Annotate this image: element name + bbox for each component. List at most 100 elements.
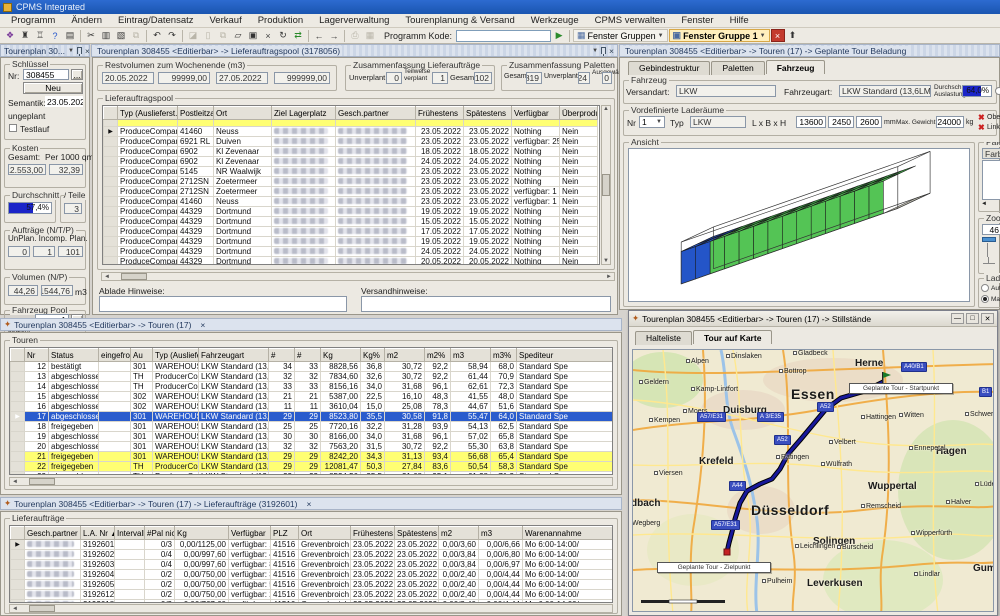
stamp2-icon[interactable]: ♖ — [33, 29, 47, 42]
cell[interactable]: 6921 RL — [178, 137, 214, 147]
clipboard-icon[interactable]: ▧ — [114, 29, 128, 42]
cell[interactable]: 41516 — [271, 560, 299, 570]
cell[interactable]: 71,3 — [491, 472, 517, 476]
program-code-input[interactable] — [456, 30, 551, 42]
cell[interactable]: freigegeben — [49, 422, 99, 432]
cell[interactable] — [99, 392, 131, 402]
cell[interactable]: verfügbar: 5 — [229, 580, 271, 590]
cell[interactable]: LKW Standard (13,6LM) — [199, 452, 269, 462]
cell[interactable] — [115, 590, 145, 600]
maximize-icon[interactable]: □ — [966, 313, 979, 324]
cell[interactable] — [104, 227, 118, 237]
cell[interactable]: Nothing — [512, 157, 560, 167]
cell[interactable]: 64,0 — [491, 412, 517, 422]
touren-dock-header[interactable]: ✦ Tourenplan 308455 <Editierbar> -> Tour… — [0, 318, 622, 331]
cell[interactable]: 65,8 — [491, 432, 517, 442]
cell[interactable]: 23.05.2022 — [351, 570, 395, 580]
cell[interactable]: LKW Standard (13,6LM) — [199, 382, 269, 392]
cell[interactable] — [416, 120, 464, 127]
auslastung-radio[interactable] — [995, 87, 1000, 95]
grid-icon[interactable]: ▦ — [363, 29, 377, 42]
table-row[interactable]: 31926030/40,00/997,60verfügbar: 841516Gr… — [11, 560, 613, 570]
table-row[interactable]: 31926050/20,00/750,00verfügbar: 541516Gr… — [11, 580, 613, 590]
cell[interactable] — [272, 167, 336, 177]
cell[interactable]: 19.05.2022 — [464, 207, 512, 217]
cell[interactable]: 11 — [295, 402, 321, 412]
lademodus-manuell-radio[interactable] — [981, 295, 989, 303]
cell[interactable]: Nein — [560, 257, 598, 266]
column-header[interactable]: Spediteur — [517, 349, 613, 362]
cell[interactable]: 0,00/750,00 — [175, 580, 229, 590]
cell[interactable]: 29 — [269, 462, 295, 472]
menu-item-verkauf[interactable]: Verkauf — [203, 14, 249, 27]
cell[interactable]: 23.05.2022 — [351, 560, 395, 570]
cell[interactable]: freigegeben — [49, 452, 99, 462]
pin-icon[interactable] — [601, 47, 606, 54]
menu-item--ndern[interactable]: Ändern — [64, 14, 109, 27]
cell[interactable]: 31,68 — [385, 382, 425, 392]
cell[interactable] — [272, 197, 336, 207]
cell[interactable]: Grevenbroich — [299, 600, 351, 604]
cell[interactable]: LKW Standard (13,6LM) — [199, 412, 269, 422]
cell[interactable]: 32 — [269, 372, 295, 382]
cell[interactable]: 29 — [295, 452, 321, 462]
cell[interactable] — [115, 560, 145, 570]
table-row[interactable]: ProduceCompany44329Dortmund20.05.202220.… — [104, 257, 598, 266]
menu-item-werkzeuge[interactable]: Werkzeuge — [524, 14, 586, 27]
cell[interactable]: Standard Spe — [517, 472, 613, 476]
column-header[interactable]: Intervall — [115, 527, 145, 540]
cell[interactable]: 41460 — [178, 127, 214, 137]
cell[interactable]: 23.05.2022 — [395, 590, 439, 600]
cell[interactable]: 0,00/997,60 — [175, 560, 229, 570]
cell[interactable]: 51,6 — [491, 402, 517, 412]
cell[interactable]: 48,0 — [491, 392, 517, 402]
cell[interactable]: 16,10 — [385, 392, 425, 402]
cell[interactable] — [118, 120, 178, 127]
table-row[interactable]: ▶31926010/30,00/1125,00verfügbar: 114151… — [11, 540, 613, 550]
column-header[interactable]: Nr — [25, 349, 49, 362]
cell[interactable]: Dortmund — [214, 247, 272, 257]
cell[interactable]: 0/4 — [145, 550, 175, 560]
cell[interactable]: WAREHOUSE — [153, 412, 199, 422]
cell[interactable] — [336, 120, 416, 127]
cell[interactable]: 22 — [25, 462, 49, 472]
cell[interactable]: 31,68 — [385, 472, 425, 476]
cell[interactable] — [214, 120, 272, 127]
cell[interactable]: Standard Spe — [517, 372, 613, 382]
cell[interactable]: 41516 — [271, 540, 299, 550]
table-row[interactable]: ProduceCompany44329Dortmund19.05.202219.… — [104, 237, 598, 247]
cell[interactable]: ▶ — [11, 540, 25, 550]
cell[interactable] — [11, 580, 25, 590]
cell[interactable]: 0,00/3,60 — [439, 540, 479, 550]
cell[interactable]: 72,3 — [491, 382, 517, 392]
cell[interactable]: 19 — [25, 432, 49, 442]
cell[interactable]: 23.05.2022 — [395, 550, 439, 560]
cell[interactable]: 48,3 — [425, 392, 451, 402]
cell[interactable]: verfügbar: 47 — [229, 550, 271, 560]
cell[interactable] — [464, 120, 512, 127]
cell[interactable]: 29 — [269, 452, 295, 462]
cell[interactable]: abgeschlossen — [49, 472, 99, 476]
cell[interactable]: 65,4 — [491, 452, 517, 462]
cell[interactable] — [512, 120, 560, 127]
table-row[interactable]: 19abgeschlossen301WAREHOUSELKW Standard … — [11, 432, 613, 442]
truck-3d-view[interactable] — [629, 149, 969, 301]
cell[interactable]: ▶ — [104, 127, 118, 137]
cell[interactable]: ProduceCompany — [118, 187, 178, 197]
pin-icon[interactable] — [77, 47, 82, 54]
cell[interactable]: Nein — [560, 197, 598, 207]
cell[interactable]: 23.05.2022 — [395, 580, 439, 590]
cell[interactable] — [99, 402, 131, 412]
cell[interactable]: WAREHOUSE — [153, 452, 199, 462]
cell[interactable]: 44,67 — [451, 402, 491, 412]
cell[interactable] — [336, 137, 416, 147]
table-row[interactable]: ProduceCompany2712SNZoetermeer23.05.2022… — [104, 177, 598, 187]
cell[interactable]: 8524,56 — [321, 472, 361, 476]
cell[interactable] — [272, 137, 336, 147]
cell[interactable]: 23.05.2022 — [416, 197, 464, 207]
column-header[interactable]: Ort — [299, 527, 351, 540]
cell[interactable]: 58,94 — [451, 362, 491, 372]
cell[interactable]: verfügbar: 11 — [229, 540, 271, 550]
cell[interactable]: 3192618 — [81, 600, 115, 604]
cell[interactable]: ProduceCompany — [118, 157, 178, 167]
